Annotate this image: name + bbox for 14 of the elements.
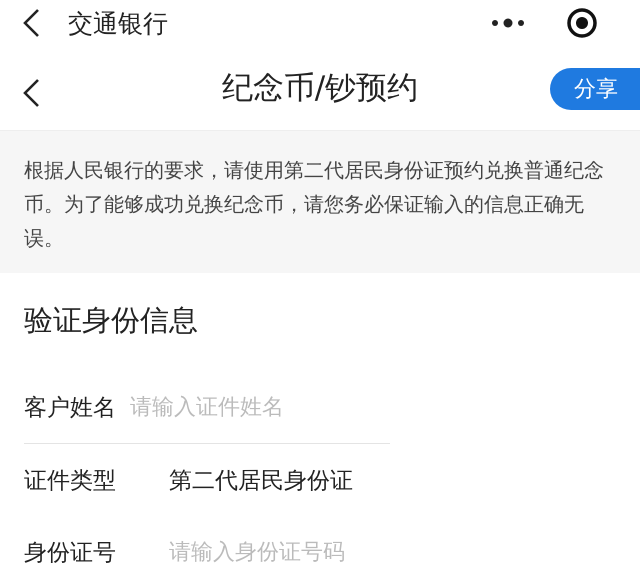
page-title: 纪念币/钞预约	[222, 69, 418, 108]
more-icon[interactable]	[490, 18, 526, 28]
field-label: 证件类型	[24, 466, 117, 496]
field-value: 第二代居民身份证	[169, 466, 353, 496]
field-label: 身份证号	[24, 538, 117, 568]
share-button[interactable]: 分享	[550, 68, 640, 110]
field-label: 客户姓名	[24, 394, 117, 422]
app-title: 交通银行	[68, 8, 169, 40]
section-title: 验证身份信息	[24, 302, 199, 339]
text-field[interactable]: 请输入证件姓名	[130, 394, 390, 420]
notice-text: 根据人民银行的要求，请使用第二代居民身份证预约兑换普通纪念币。为了能够成功兑换纪念币，请您务必保证输入的信息正确无误。	[0, 130, 640, 273]
text-field[interactable]: 请输入身份证号码	[169, 540, 429, 564]
back-icon[interactable]	[22, 78, 42, 108]
back-icon[interactable]	[22, 8, 42, 38]
